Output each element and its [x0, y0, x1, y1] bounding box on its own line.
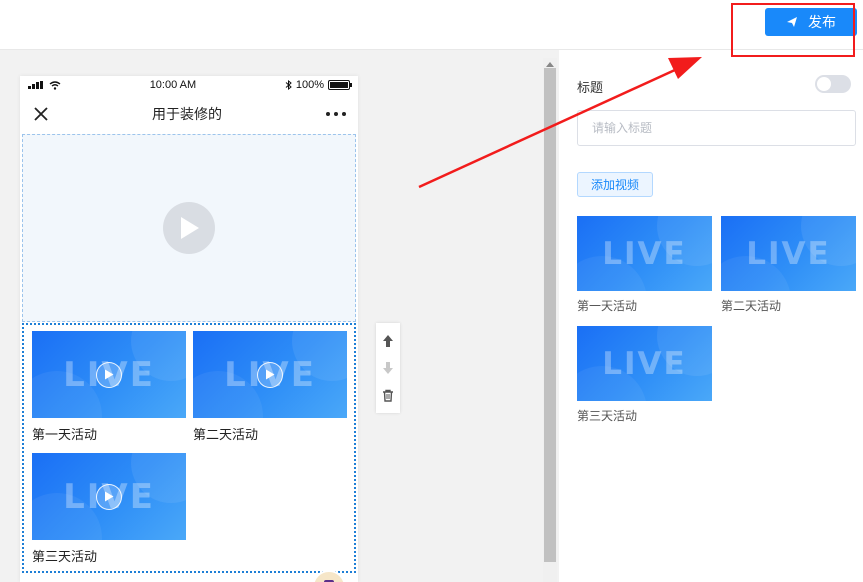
battery-icon: [328, 80, 352, 90]
thumbnail-live-text: LIVE: [602, 235, 687, 272]
video-player-block[interactable]: [22, 134, 356, 322]
more-icon[interactable]: [326, 112, 346, 116]
add-video-button[interactable]: 添加视频: [577, 172, 654, 197]
top-bar: 发布: [0, 0, 863, 50]
video-card-title: 第一天活动: [577, 299, 638, 313]
video-card[interactable]: LIVE 第二天活动: [193, 331, 347, 443]
video-card[interactable]: LIVE 第一天活动: [577, 216, 712, 314]
play-icon[interactable]: [96, 483, 122, 510]
video-card[interactable]: LIVE 第三天活动: [32, 453, 186, 565]
scrollbar-thumb[interactable]: [544, 68, 556, 562]
status-bar: 10:00 AM 100%: [20, 76, 358, 94]
video-thumbnail[interactable]: LIVE: [577, 326, 712, 401]
play-icon[interactable]: [163, 202, 215, 254]
video-card[interactable]: LIVE 第二天活动: [721, 216, 856, 314]
video-thumbnail[interactable]: LIVE: [193, 331, 347, 418]
video-thumbnail[interactable]: LIVE: [721, 216, 856, 291]
scroll-up-icon[interactable]: [546, 62, 554, 67]
video-card[interactable]: LIVE 第一天活动: [32, 331, 186, 443]
video-card[interactable]: LIVE 第三天活动: [577, 326, 712, 424]
title-input[interactable]: [577, 110, 856, 146]
trash-icon: [383, 389, 393, 402]
status-time: 10:00 AM: [149, 79, 197, 91]
play-icon[interactable]: [96, 361, 122, 388]
video-thumbnail[interactable]: LIVE: [32, 331, 186, 418]
delete-button[interactable]: [379, 386, 397, 404]
block-toolbar: [376, 323, 400, 413]
title-toggle[interactable]: [815, 75, 851, 93]
video-card-title: 第一天活动: [32, 427, 98, 442]
battery-percent: 100%: [295, 79, 324, 91]
video-card-title: 第三天活动: [32, 549, 98, 564]
thumbnail-live-text: LIVE: [746, 235, 831, 272]
arrow-up-icon: [383, 334, 393, 347]
move-down-button[interactable]: [379, 359, 397, 377]
phone-page-title: 用于装修的: [152, 106, 222, 122]
publish-button[interactable]: 发布: [765, 8, 857, 36]
title-label: 标题: [577, 80, 604, 95]
phone-navbar: 用于装修的: [20, 94, 358, 134]
bluetooth-icon: [285, 80, 292, 90]
publish-button-label: 发布: [808, 14, 836, 30]
signal-icon: [28, 81, 43, 89]
video-thumbnail[interactable]: LIVE: [577, 216, 712, 291]
video-thumbnail[interactable]: LIVE: [32, 453, 186, 540]
arrow-down-icon: [383, 361, 393, 374]
move-up-button[interactable]: [379, 332, 397, 350]
thumbnail-live-text: LIVE: [602, 345, 687, 382]
send-icon: [787, 17, 797, 27]
canvas-scrollbar[interactable]: [543, 58, 557, 582]
video-card-title: 第三天活动: [577, 409, 638, 423]
phone-preview: 10:00 AM 100% 用于装修的 LIVE 第一天: [20, 76, 358, 582]
play-icon[interactable]: [257, 361, 283, 388]
wifi-icon: [49, 80, 61, 90]
video-card-title: 第二天活动: [721, 299, 782, 313]
video-list-block[interactable]: LIVE 第一天活动 LIVE 第二天活动 LIVE: [22, 323, 356, 573]
video-card-title: 第二天活动: [193, 427, 259, 442]
close-icon[interactable]: [34, 107, 48, 121]
settings-panel: 标题 添加视频 LIVE 第一天活动 LIVE 第二天活动 LIVE 第三天活动: [559, 50, 863, 582]
